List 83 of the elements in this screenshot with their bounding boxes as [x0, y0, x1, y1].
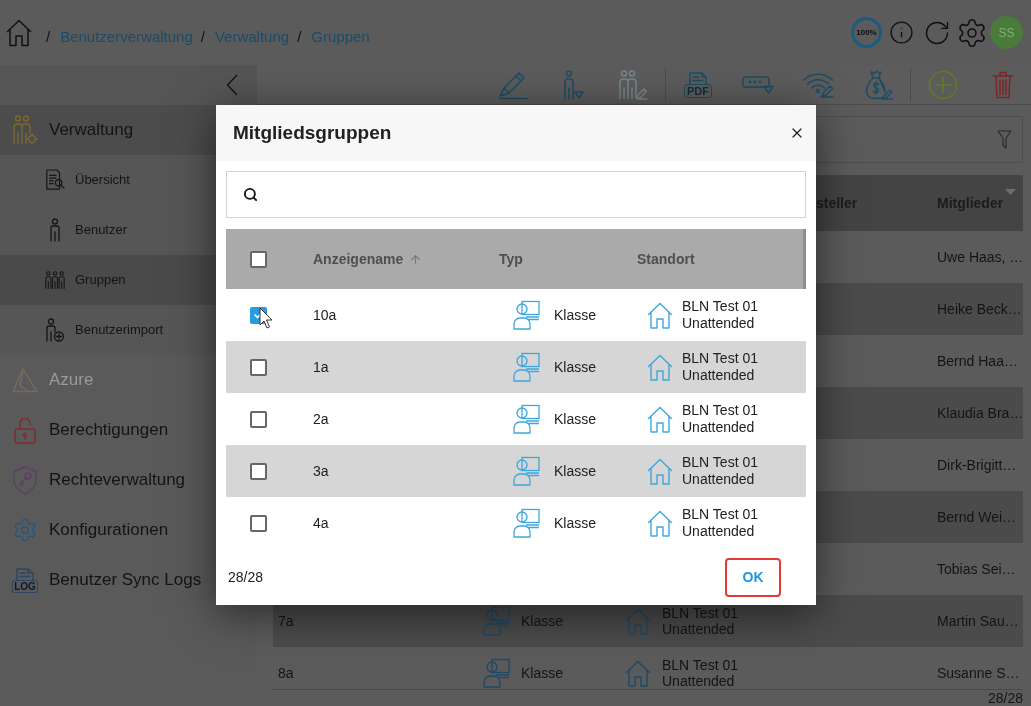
person-monitor-icon [513, 300, 540, 330]
pdf-button[interactable]: PDF [670, 65, 726, 104]
checkbox[interactable] [250, 462, 267, 480]
group-name: 4a [313, 513, 329, 533]
group-members: Bernd Haa… [937, 353, 1018, 369]
group-type: Klasse [554, 461, 597, 481]
group-members: Tobias Sei… [937, 561, 1016, 577]
person-monitor-icon [513, 404, 540, 434]
sidebar-item[interactable]: Berechtigungen [0, 405, 257, 455]
sidebar-item[interactable]: Konfigurationen [0, 505, 257, 555]
column-header[interactable]: Typ [499, 248, 523, 270]
group-type: Klasse [521, 663, 564, 683]
sidebar-subitem[interactable]: Benutzerimport [0, 305, 257, 355]
group-location: BLN Test 01 Unattended [662, 657, 739, 689]
group-name: 8a [278, 665, 294, 681]
column-header[interactable]: Anzeigename [313, 248, 423, 270]
sidebar-item[interactable]: Rechteverwaltung [0, 455, 257, 505]
triangle-logo-icon [12, 367, 38, 393]
search-field[interactable] [226, 171, 806, 218]
group-members: Dirk-Brigitt… [937, 457, 1017, 473]
breadcrumb-separator: / [46, 27, 51, 48]
people-icon [45, 269, 65, 291]
log-label: LOG [12, 579, 38, 593]
document-search-icon [45, 168, 65, 192]
sidebar-subitem[interactable]: Übersicht [0, 155, 257, 205]
person-plus-icon [45, 318, 65, 342]
ok-button[interactable]: OK [725, 557, 781, 597]
person-icon [49, 218, 61, 242]
row-count: 28/28 [987, 690, 1023, 706]
people-gear-icon [12, 115, 38, 145]
group-location: BLN Test 01 Unattended [682, 506, 759, 540]
cursor-icon [259, 307, 273, 329]
sidebar-subitem[interactable]: Benutzer [0, 205, 257, 255]
document-icon [15, 567, 35, 580]
breadcrumb-separator: / [200, 27, 205, 48]
shield-key-icon [12, 465, 38, 495]
group-name: 3a [313, 461, 329, 481]
checkbox[interactable] [250, 514, 267, 532]
group-members: Uwe Haas, … [937, 249, 1023, 265]
group-location: BLN Test 01 Unattended [682, 298, 759, 332]
group-type: Klasse [554, 409, 597, 429]
filter-icon [997, 130, 1012, 149]
info-icon[interactable] [889, 20, 914, 45]
group-location: BLN Test 01 Unattended [682, 402, 759, 436]
breadcrumb-link[interactable]: Verwaltung [214, 26, 290, 49]
person-monitor-icon [513, 456, 540, 486]
gear-icon [12, 517, 38, 543]
group-type: Klasse [554, 513, 597, 533]
house-icon [647, 301, 673, 329]
group-name: 10a [313, 305, 337, 325]
zoom-button[interactable]: 100% [851, 17, 882, 48]
caret-down-icon [1005, 189, 1016, 195]
group-members: Susanne S… [937, 665, 1020, 681]
checkbox[interactable] [250, 250, 267, 268]
group-type: Klasse [554, 305, 597, 325]
home-icon[interactable] [6, 18, 32, 47]
search-icon [243, 187, 258, 202]
house-icon [647, 509, 673, 537]
group-location: BLN Test 01 Unattended [682, 350, 759, 384]
checkbox[interactable] [250, 410, 267, 428]
house-icon [647, 353, 673, 381]
person-monitor-icon [483, 606, 510, 636]
house-icon [625, 607, 651, 635]
chevron-left-icon[interactable] [226, 74, 238, 96]
group-type: Klasse [554, 357, 597, 377]
avatar-button[interactable]: SS [990, 16, 1023, 49]
person-monitor-icon [513, 352, 540, 382]
group-name: 2a [313, 409, 329, 429]
person-monitor-icon [483, 658, 510, 688]
person-monitor-icon [513, 508, 540, 538]
group-name: 1a [313, 357, 329, 377]
unlocked-padlock-icon [12, 416, 38, 444]
column-header[interactable]: Standort [637, 248, 695, 270]
group-members: Bernd Wei… [937, 509, 1017, 525]
breadcrumb-link[interactable]: Benutzerverwaltung [60, 26, 193, 49]
checkbox[interactable] [250, 358, 267, 376]
breadcrumb-link[interactable]: Gruppen [311, 26, 370, 49]
row-count: 28/28 [228, 567, 264, 587]
house-icon [625, 659, 651, 687]
group-location: BLN Test 01 Unattended [682, 454, 759, 488]
house-icon [647, 457, 673, 485]
house-icon [647, 405, 673, 433]
breadcrumb-separator: / [297, 27, 302, 48]
